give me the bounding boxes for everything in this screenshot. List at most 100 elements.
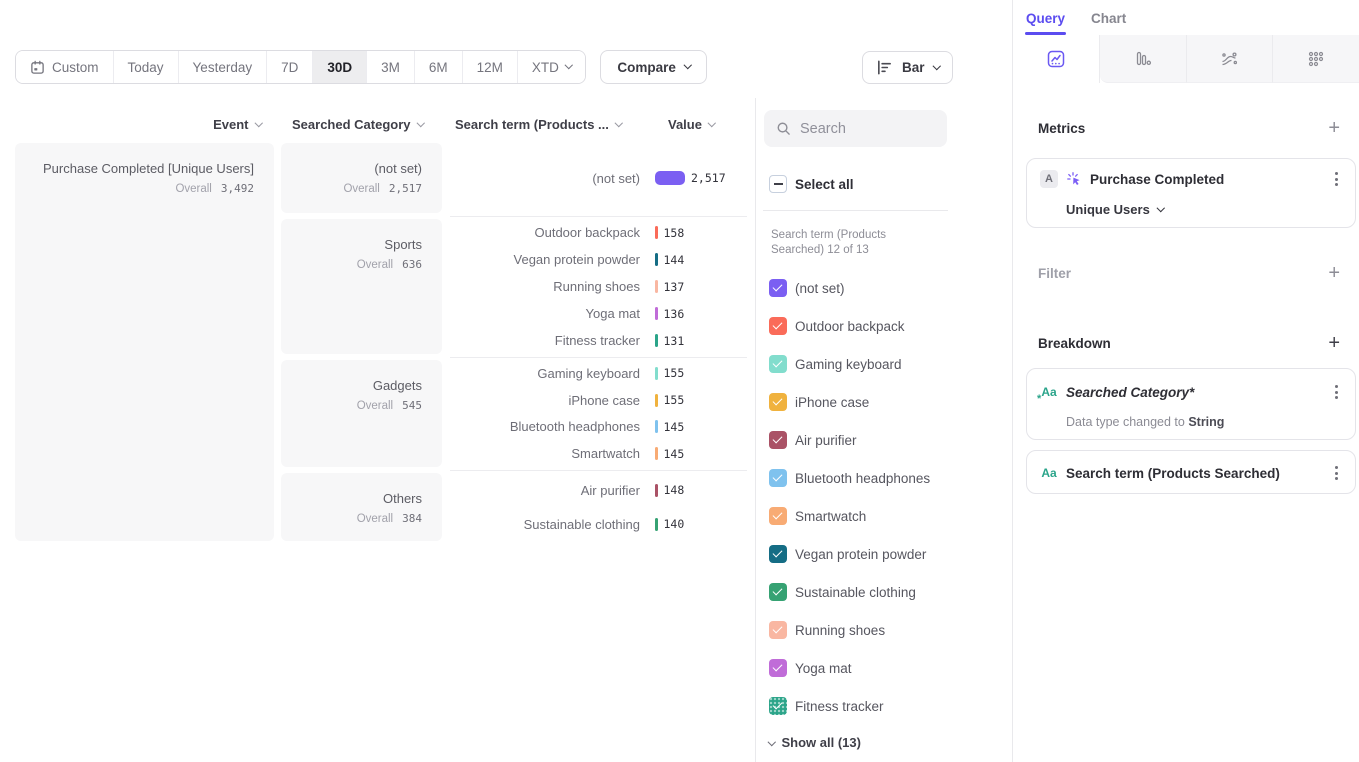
legend-checkbox[interactable] [769,393,787,411]
legend-item-label: Running shoes [795,623,885,638]
value-bar[interactable] [655,447,658,460]
legend-item[interactable]: Sustainable clothing [769,583,1013,601]
value-bar[interactable] [655,518,658,531]
legend-item[interactable]: Running shoes [769,621,1013,639]
value-bar[interactable] [655,171,685,185]
date-range-button[interactable]: 7D [266,51,312,83]
tab-chart[interactable]: Chart [1091,11,1126,35]
legend-item[interactable]: Vegan protein powder [769,545,1013,563]
insights-tab[interactable] [1013,35,1100,83]
table-row: Gaming keyboard 155 [450,366,750,381]
search-term-label: Yoga mat [450,306,640,321]
add-breakdown-button[interactable] [1328,333,1340,353]
legend-item[interactable]: (not set) [769,279,1013,297]
legend-checkbox[interactable] [769,545,787,563]
legend-checkbox[interactable] [769,469,787,487]
date-range-button[interactable]: 3M [366,51,414,83]
legend-item[interactable]: Bluetooth headphones [769,469,1013,487]
funnels-tab[interactable] [1100,35,1186,83]
search-term-label: (not set) [450,171,640,186]
legend-checkbox[interactable] [769,317,787,335]
legend-item[interactable]: Smartwatch [769,507,1013,525]
chevron-down-icon [1157,204,1165,212]
select-all-row[interactable]: Select all [769,175,1013,193]
legend-item-label: Sustainable clothing [795,585,916,600]
value-bar[interactable] [655,280,658,293]
search-icon [776,121,791,136]
value-rows-group: Air purifier 148 Sustainable clothing 14… [450,473,750,541]
chevron-down-icon [768,738,776,746]
value-bar[interactable] [655,307,658,320]
legend-item-label: Fitness tracker [795,699,884,714]
retention-tab[interactable] [1272,35,1359,83]
insights-icon [1046,49,1066,69]
legend-checkbox[interactable] [769,621,787,639]
overall-label: Overall [357,259,393,271]
value-bar[interactable] [655,394,658,407]
flows-tab[interactable] [1186,35,1273,83]
add-metric-button[interactable] [1328,118,1340,138]
search-term-label: Bluetooth headphones [450,419,640,434]
column-header-label: Event [213,117,248,132]
legend-panel: Select all Search term (Products Searche… [755,98,1013,762]
legend-item[interactable]: Outdoor backpack [769,317,1013,335]
search-term-label: Running shoes [450,279,640,294]
legend-checkbox[interactable] [769,355,787,373]
aggregation-dropdown[interactable]: Unique Users [1066,202,1342,217]
column-header-searched-category[interactable]: Searched Category [292,117,423,132]
value-bar[interactable] [655,253,658,266]
value-bar[interactable] [655,484,658,497]
value-label: 2,517 [691,171,726,185]
overall-label: Overall [175,183,211,195]
compare-button[interactable]: Compare [600,50,707,84]
value-rows-group: Gaming keyboard 155 iPhone case 155 Blue… [450,360,750,467]
legend-checkbox[interactable] [769,507,787,525]
legend-item[interactable]: Gaming keyboard [769,355,1013,373]
overall-value: 3,492 [221,182,254,195]
date-range-button[interactable]: Today [113,51,178,83]
metric-menu-button[interactable] [1331,169,1342,189]
value-bar[interactable] [655,334,658,347]
select-all-checkbox[interactable] [769,175,787,193]
legend-items: (not set) Outdoor backpack Gaming keyboa… [769,279,1013,715]
show-all-button[interactable]: Show all (13) [769,735,1013,750]
value-bar[interactable] [655,226,658,239]
metric-event-name: Purchase Completed [1090,172,1323,187]
breakdown-card: Search term (Products Searched) [1026,450,1356,494]
chevron-down-icon [684,61,692,69]
column-header-event[interactable]: Event [15,117,261,132]
legend-checkbox[interactable] [769,697,787,715]
value-bar[interactable] [655,420,658,433]
breakdown-menu-button[interactable] [1331,382,1342,402]
legend-checkbox[interactable] [769,659,787,677]
date-range-button[interactable]: 6M [414,51,462,83]
legend-checkbox[interactable] [769,431,787,449]
legend-item[interactable]: iPhone case [769,393,1013,411]
legend-item[interactable]: Fitness tracker [769,697,1013,715]
date-range-button[interactable]: 30D [312,51,366,83]
date-range-button[interactable]: XTD [517,51,586,83]
category-name: Gadgets [291,378,422,393]
column-header-search-term[interactable]: Search term (Products ... [455,117,621,132]
add-filter-button[interactable] [1328,263,1340,283]
table-row: Sustainable clothing 140 [450,517,750,532]
column-header-label: Search term (Products ... [455,117,609,132]
legend-item[interactable]: Yoga mat [769,659,1013,677]
legend-item-label: Vegan protein powder [795,547,926,562]
legend-checkbox[interactable] [769,279,787,297]
chart-type-button[interactable]: Bar [862,51,953,84]
category-name: (not set) [291,161,422,176]
date-range-button[interactable]: Yesterday [178,51,267,83]
date-range-button[interactable]: 12M [462,51,517,83]
metrics-title: Metrics [1038,121,1085,136]
column-header-value[interactable]: Value [668,117,714,132]
legend-checkbox[interactable] [769,583,787,601]
date-range-button[interactable]: Custom [16,51,113,83]
breakdown-menu-button[interactable] [1331,463,1342,483]
date-range-toolbar: Custom Today Yesterday [15,50,707,84]
legend-item[interactable]: Air purifier [769,431,1013,449]
value-bar[interactable] [655,367,658,380]
tab-query[interactable]: Query [1026,11,1065,35]
value-label: 158 [664,226,685,240]
search-input[interactable] [800,121,935,137]
